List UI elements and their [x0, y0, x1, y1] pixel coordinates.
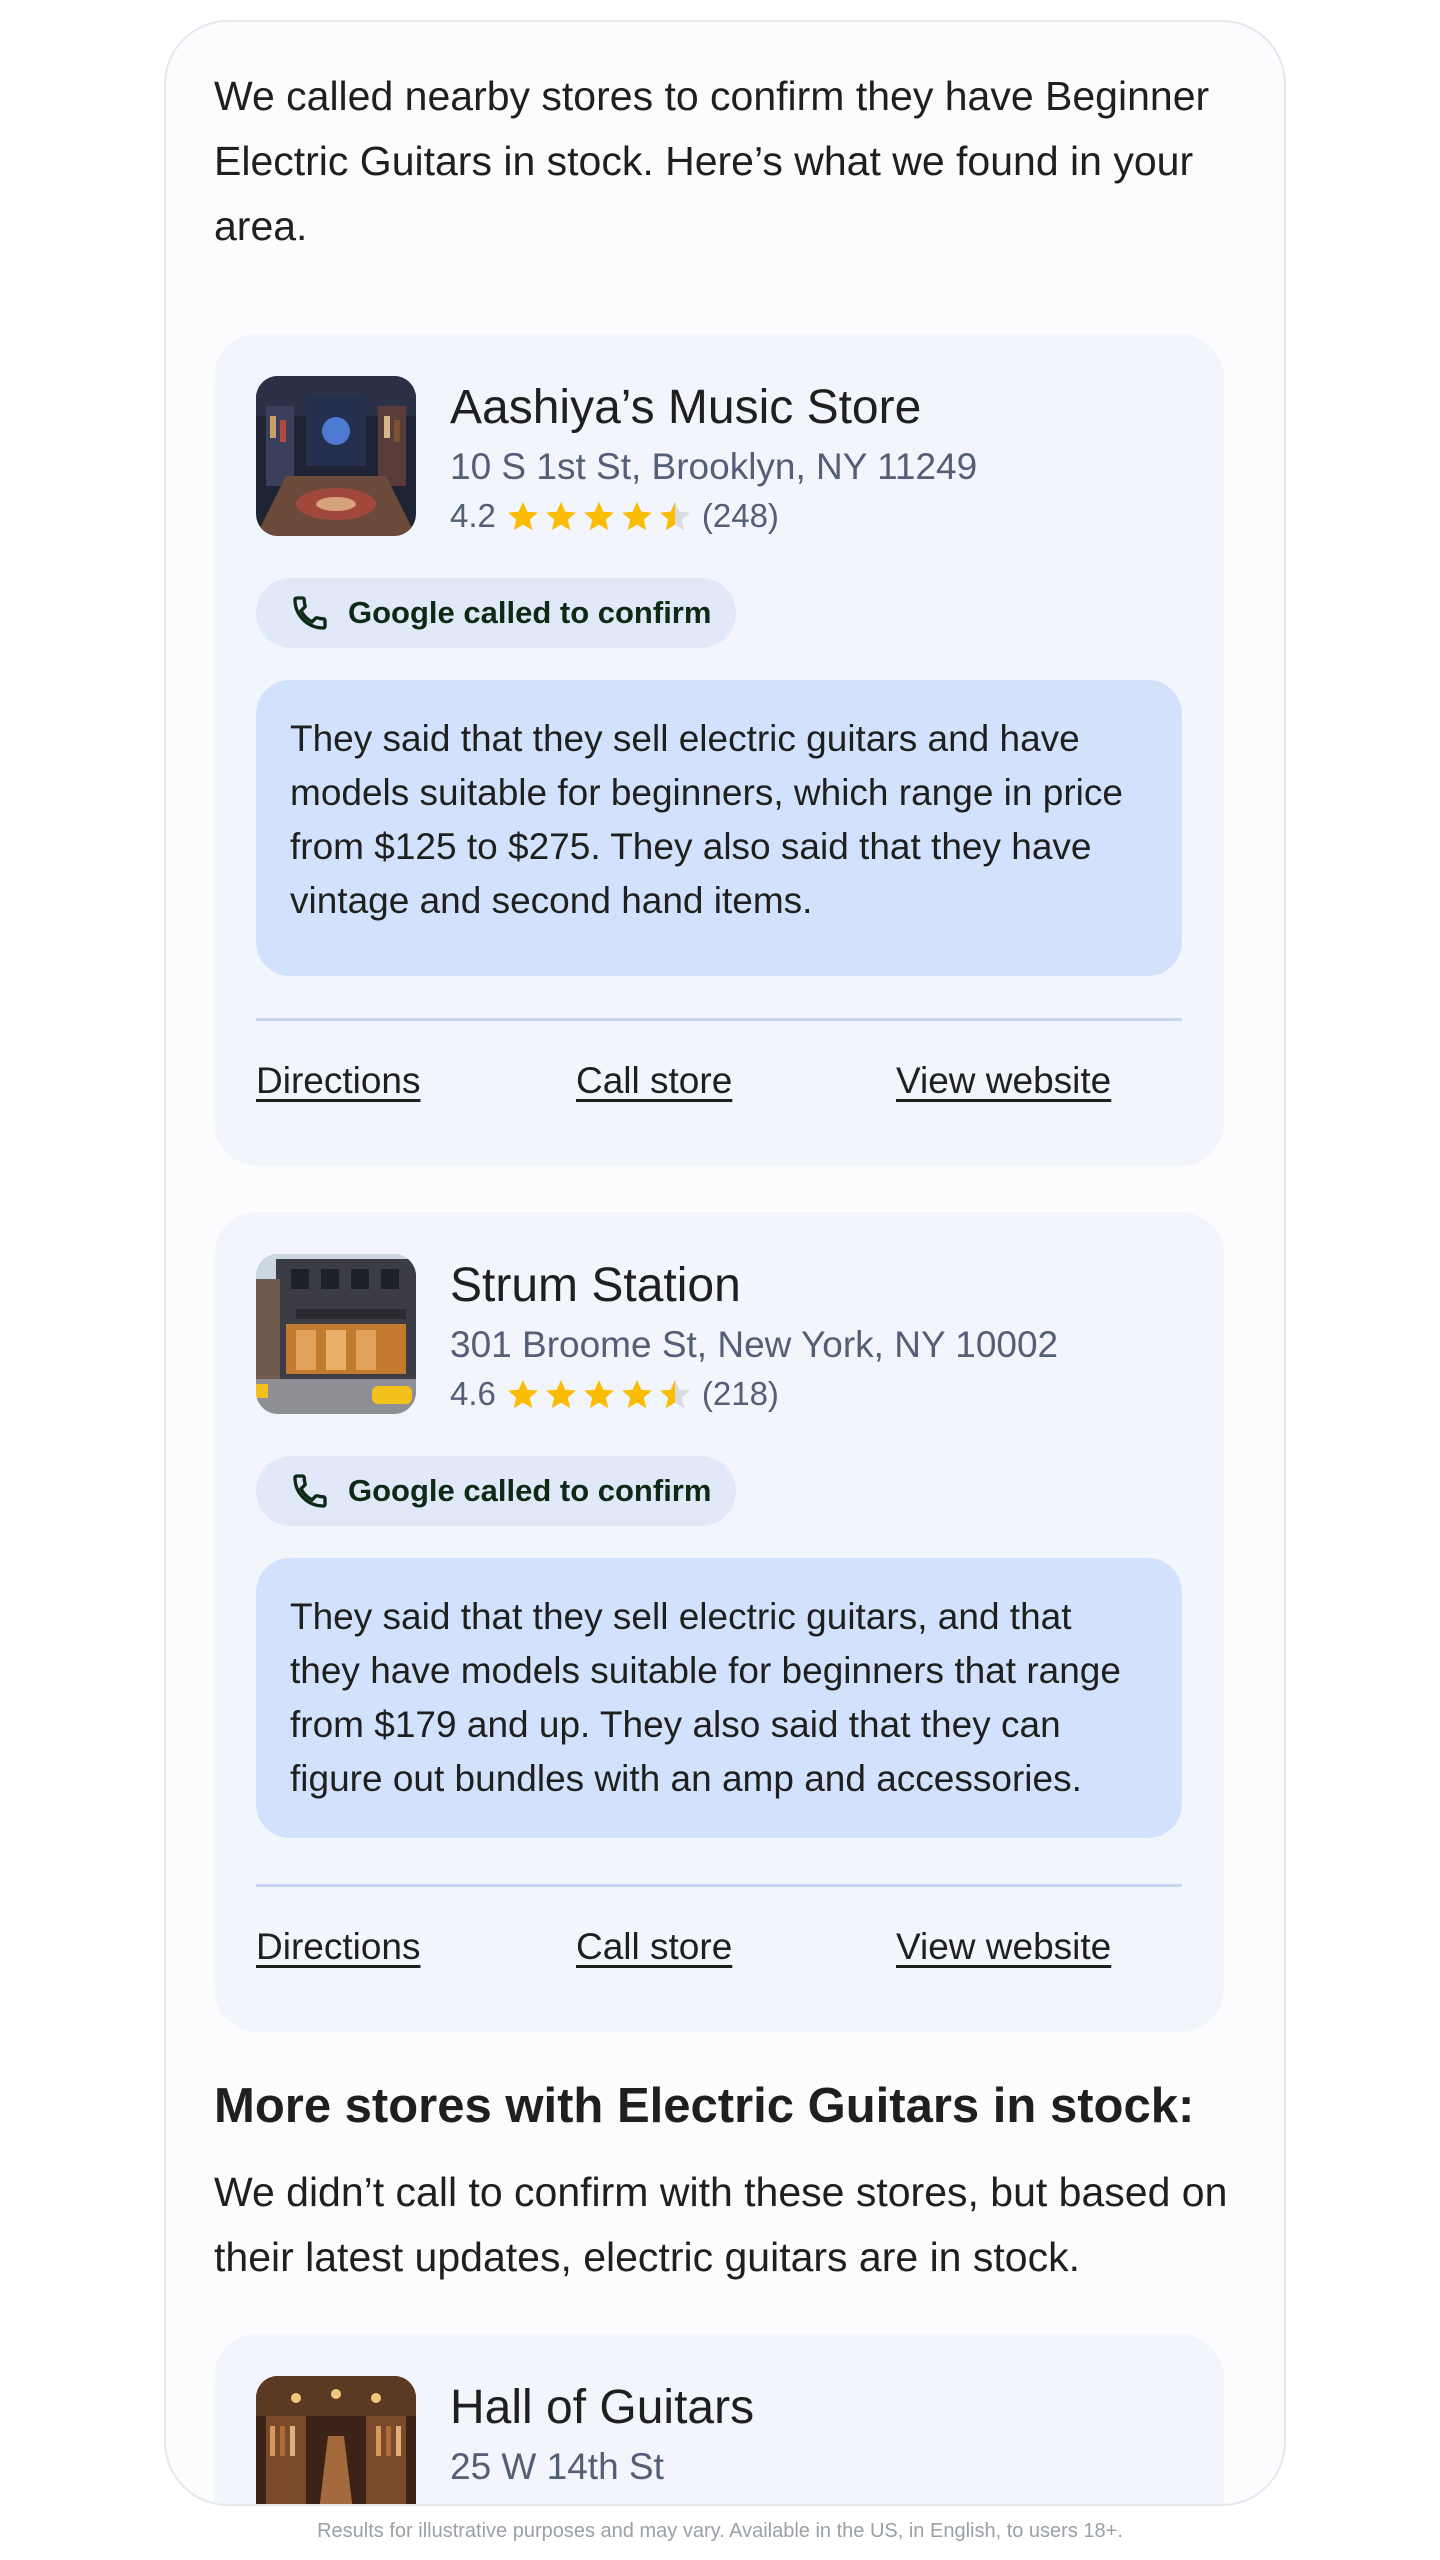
results-panel: We called nearby stores to confirm they … [164, 20, 1286, 2506]
star-icon [584, 1379, 614, 1409]
rating-row: 4.2 (248) [450, 494, 779, 538]
divider [256, 1884, 1182, 1887]
phone-icon [293, 596, 327, 630]
star-icon [546, 501, 576, 531]
star-icon [622, 1379, 652, 1409]
called-to-confirm-chip: Google called to confirm [256, 578, 736, 648]
star-icon [546, 1379, 576, 1409]
more-stores-description: We didn’t call to confirm with these sto… [214, 2169, 1228, 2280]
store-name[interactable]: Hall of Guitars [450, 2378, 754, 2438]
store-address: 301 Broome St, New York, NY 10002 [450, 1324, 1059, 1365]
chip-label: Google called to confirm [348, 595, 712, 630]
review-count[interactable]: (218) [702, 1375, 779, 1413]
call-summary: They said that they sell electric guitar… [256, 680, 1182, 976]
rating-stars [506, 1377, 692, 1411]
rating-row: 4.6 (218) [450, 1372, 779, 1416]
rating-value: 4.6 [450, 1375, 496, 1412]
called-to-confirm-chip: Google called to confirm [256, 1456, 736, 1526]
disclaimer: Results for illustrative purposes and ma… [317, 2520, 1123, 2542]
star-icon [508, 501, 538, 531]
directions-link[interactable]: Directions [256, 1926, 421, 1968]
store-actions: Directions Call store View website [256, 1060, 1182, 1120]
star-icon [622, 501, 652, 531]
review-count[interactable]: (248) [702, 497, 779, 535]
directions-link[interactable]: Directions [256, 1060, 421, 1102]
more-stores-heading: More stores with Electric Guitars in sto… [214, 2079, 1195, 2133]
store-card: Aashiya’s Music Store 10 S 1st St, Brook… [214, 334, 1224, 1166]
store-photo[interactable] [256, 376, 416, 536]
store-card: Strum Station 301 Broome St, New York, N… [214, 1212, 1224, 2032]
store-name[interactable]: Aashiya’s Music Store [450, 378, 921, 438]
rating-stars [506, 499, 692, 533]
star-icon [584, 501, 614, 531]
view-website-link[interactable]: View website [896, 1060, 1111, 1102]
chip-label: Google called to confirm [348, 1473, 712, 1508]
call-store-link[interactable]: Call store [576, 1060, 732, 1102]
store-name[interactable]: Strum Station [450, 1256, 741, 1316]
star-icon [508, 1379, 538, 1409]
store-address: 10 S 1st St, Brooklyn, NY 11249 [450, 446, 978, 487]
half-star-icon [660, 1379, 690, 1409]
store-actions: Directions Call store View website [256, 1926, 1182, 1986]
phone-icon [293, 1474, 327, 1508]
store-card: Hall of Guitars 25 W 14th St [214, 2334, 1224, 2504]
half-star-icon [660, 501, 690, 531]
call-store-link[interactable]: Call store [576, 1926, 732, 1968]
divider [256, 1018, 1182, 1021]
intro-text: We called nearby stores to confirm they … [214, 73, 1210, 249]
call-summary: They said that they sell electric guitar… [256, 1558, 1182, 1838]
store-address: 25 W 14th St [450, 2446, 664, 2487]
store-photo[interactable] [256, 2376, 416, 2504]
store-photo[interactable] [256, 1254, 416, 1414]
rating-value: 4.2 [450, 497, 496, 534]
view-website-link[interactable]: View website [896, 1926, 1111, 1968]
